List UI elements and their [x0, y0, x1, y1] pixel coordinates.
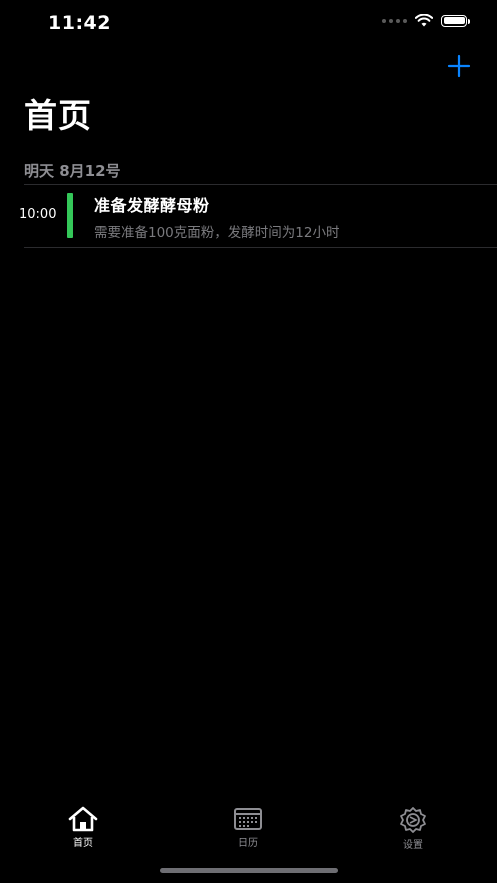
plus-icon [447, 54, 471, 78]
tab-home-label: 首页 [73, 838, 93, 849]
divider [24, 247, 497, 248]
status-bar: 11:42 [0, 0, 497, 44]
cellular-signal-icon [382, 18, 407, 23]
event-subtitle: 需要准备100克面粉，发酵时间为12小时 [94, 225, 340, 241]
status-time: 11:42 [48, 12, 111, 34]
battery-icon [441, 14, 470, 27]
event-color-bar [67, 193, 73, 238]
tab-settings[interactable]: 设置 [373, 806, 453, 851]
tab-home[interactable]: 首页 [43, 806, 123, 849]
calendar-icon [234, 808, 262, 830]
section-header-date: 明天 8月12号 [24, 162, 121, 180]
add-event-button[interactable] [447, 54, 471, 78]
wifi-icon [415, 14, 433, 27]
tab-bar: 首页 日历 设置 [0, 800, 497, 860]
home-indicator[interactable] [160, 868, 338, 873]
tab-settings-label: 设置 [403, 840, 423, 851]
status-icons [382, 14, 470, 27]
gear-icon [400, 807, 426, 833]
event-row[interactable]: 10:00 准备发酵酵母粉 需要准备100克面粉，发酵时间为12小时 [0, 185, 497, 247]
home-icon [68, 806, 98, 832]
tab-calendar[interactable]: 日历 [208, 806, 288, 849]
event-title: 准备发酵酵母粉 [94, 196, 210, 215]
tab-calendar-label: 日历 [238, 838, 258, 849]
page-title: 首页 [24, 96, 92, 135]
event-time: 10:00 [19, 207, 57, 222]
